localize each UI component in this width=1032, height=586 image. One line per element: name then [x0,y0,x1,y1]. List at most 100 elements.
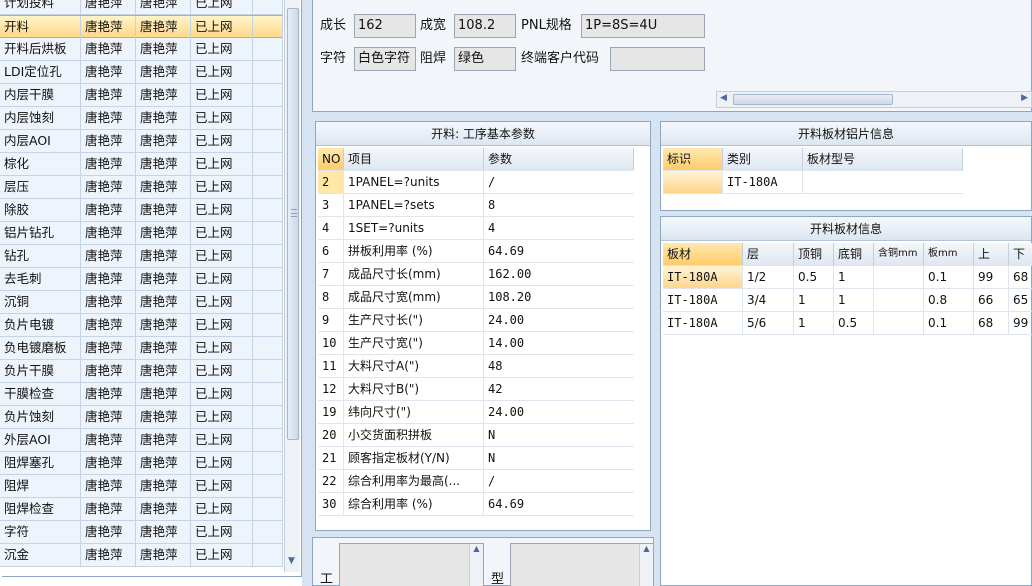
param-value[interactable]: N [484,424,634,446]
length-field[interactable]: 162 [354,14,416,38]
process-row[interactable]: 开料 唐艳萍 唐艳萍 已上网 [0,15,283,38]
process-row[interactable]: 沉金 唐艳萍 唐艳萍 已上网 [0,544,283,567]
process-row[interactable]: 负片蚀刻 唐艳萍 唐艳萍 已上网 [0,406,283,429]
col-header-mark[interactable]: 标识 [663,148,723,170]
process-row[interactable]: 钻孔 唐艳萍 唐艳萍 已上网 [0,245,283,268]
col-header-material[interactable]: 板材 [663,243,743,265]
sheet-row[interactable]: IT-180A 3/4 1 1 0.8 66 65 [663,289,1032,312]
scroll-left-arrow-icon[interactable]: ◀ [720,93,727,103]
col-header-layer[interactable]: 层 [743,243,794,265]
param-value[interactable]: 48 [484,355,634,377]
scroll-down-arrow-icon[interactable]: ▼ [288,556,295,566]
sheet-cell-layer: 1/2 [743,266,794,288]
col-header-up[interactable]: 上 [974,243,1009,265]
param-row[interactable]: 6 拼板利用率 (%) 64.69 [318,240,634,263]
param-row[interactable]: 11 大料尺寸A(") 48 [318,355,634,378]
col-header-thickness[interactable]: 板mm [924,243,974,265]
param-row[interactable]: 4 1SET=?units 4 [318,217,634,240]
process-row[interactable]: 负电镀磨板 唐艳萍 唐艳萍 已上网 [0,337,283,360]
param-row[interactable]: 20 小交货面积拼板 N [318,424,634,447]
col-header-top-copper[interactable]: 顶铜 [794,243,834,265]
param-value[interactable]: 8 [484,194,634,216]
char-field[interactable]: 白色字符 [354,47,416,71]
param-no: 11 [318,355,344,377]
process-row[interactable]: 开料后烘板 唐艳萍 唐艳萍 已上网 [0,38,283,61]
process-row[interactable]: 阻焊 唐艳萍 唐艳萍 已上网 [0,475,283,498]
param-value[interactable]: / [484,470,634,492]
col-header-model[interactable]: 板材型号 [803,148,963,170]
sheet-cell-down: 65 [1013,293,1029,307]
param-row[interactable]: 7 成品尺寸长(mm) 162.00 [318,263,634,286]
process-row[interactable]: 外层AOI 唐艳萍 唐艳萍 已上网 [0,429,283,452]
process-row[interactable]: 负片电镀 唐艳萍 唐艳萍 已上网 [0,314,283,337]
process-row[interactable]: 除胶 唐艳萍 唐艳萍 已上网 [0,199,283,222]
scroll-up-arrow-icon[interactable]: ▲ [639,544,653,586]
process-list-scrollbar[interactable]: ▼ [284,0,300,572]
process-maker: 唐艳萍 [81,61,136,83]
process-maker: 唐艳萍 [81,498,136,520]
param-value[interactable]: 64.69 [484,493,634,515]
col-header-value[interactable]: 参数 [484,148,634,170]
col-header-bottom-copper[interactable]: 底铜 [834,243,874,265]
process-row[interactable]: 铝片钻孔 唐艳萍 唐艳萍 已上网 [0,222,283,245]
width-field[interactable]: 108.2 [454,14,516,38]
param-row[interactable]: 22 综合利用率为最高(... / [318,470,634,493]
process-row[interactable]: 内层蚀刻 唐艳萍 唐艳萍 已上网 [0,107,283,130]
scroll-right-arrow-icon[interactable]: ▶ [1021,93,1028,103]
param-value[interactable]: 64.69 [484,240,634,262]
param-value[interactable]: / [484,171,634,193]
param-value[interactable]: 42 [484,378,634,400]
param-row[interactable]: 30 综合利用率 (%) 64.69 [318,493,634,516]
notes-textarea-a[interactable]: ▲ [339,543,484,586]
solder-mask-field[interactable]: 绿色 [454,47,516,71]
param-value[interactable]: 24.00 [484,309,634,331]
param-row[interactable]: 19 纬向尺寸(") 24.00 [318,401,634,424]
process-row[interactable]: 内层AOI 唐艳萍 唐艳萍 已上网 [0,130,283,153]
customer-code-field[interactable] [610,47,705,71]
process-row[interactable]: 层压 唐艳萍 唐艳萍 已上网 [0,176,283,199]
param-value[interactable]: 14.00 [484,332,634,354]
param-row[interactable]: 3 1PANEL=?sets 8 [318,194,634,217]
col-header-item[interactable]: 项目 [344,148,484,170]
process-row[interactable]: 干膜检查 唐艳萍 唐艳萍 已上网 [0,383,283,406]
scroll-up-arrow-icon[interactable]: ▲ [469,544,483,586]
col-header-category[interactable]: 类别 [723,148,803,170]
left-footer-bar [2,576,302,586]
param-row[interactable]: 2 1PANEL=?units / [318,171,634,194]
sheet-row[interactable]: IT-180A 5/6 1 0.5 0.1 68 99 [663,312,1032,335]
process-row[interactable]: 去毛刺 唐艳萍 唐艳萍 已上网 [0,268,283,291]
param-value[interactable]: 4 [484,217,634,239]
param-value[interactable]: N [484,447,634,469]
sheet-cell-thick: 0.1 [924,266,974,288]
param-value[interactable]: 108.20 [484,286,634,308]
param-row[interactable]: 9 生产尺寸长(") 24.00 [318,309,634,332]
param-row[interactable]: 21 顾客指定板材(Y/N) N [318,447,634,470]
param-row[interactable]: 10 生产尺寸宽(") 14.00 [318,332,634,355]
process-row[interactable]: 计划投料 唐艳萍 唐艳萍 已上网 [0,0,283,15]
param-value[interactable]: 24.00 [484,401,634,423]
notes-textarea-b[interactable]: ▲ [510,543,654,586]
pnl-spec-field[interactable]: 1P=8S=4U [581,14,705,38]
scrollbar-thumb[interactable] [287,8,299,440]
top-horizontal-scrollbar[interactable]: ◀ ▶ [716,91,1032,108]
col-header-no[interactable]: NO [318,148,344,170]
process-row[interactable]: 负片干膜 唐艳萍 唐艳萍 已上网 [0,360,283,383]
param-item: 综合利用率 (%) [344,493,484,515]
param-no: 2 [318,171,344,193]
col-header-down[interactable]: 下 [1009,243,1032,265]
process-row[interactable]: 棕化 唐艳萍 唐艳萍 已上网 [0,153,283,176]
process-row[interactable]: 阻焊塞孔 唐艳萍 唐艳萍 已上网 [0,452,283,475]
col-header-incl-copper[interactable]: 含铜mm [874,243,924,265]
process-row[interactable]: 字符 唐艳萍 唐艳萍 已上网 [0,521,283,544]
process-row[interactable]: 内层干膜 唐艳萍 唐艳萍 已上网 [0,84,283,107]
aluminum-row[interactable]: IT-180A [663,171,963,194]
process-row[interactable]: LDI定位孔 唐艳萍 唐艳萍 已上网 [0,61,283,84]
sheet-cell-up: 99 [974,266,1009,288]
process-row[interactable]: 沉铜 唐艳萍 唐艳萍 已上网 [0,291,283,314]
param-row[interactable]: 12 大料尺寸B(") 42 [318,378,634,401]
process-row[interactable]: 阻焊检查 唐艳萍 唐艳萍 已上网 [0,498,283,521]
param-row[interactable]: 8 成品尺寸宽(mm) 108.20 [318,286,634,309]
param-value[interactable]: 162.00 [484,263,634,285]
scrollbar-thumb[interactable] [733,94,893,105]
sheet-row[interactable]: IT-180A 1/2 0.5 1 0.1 99 68 [663,266,1032,289]
